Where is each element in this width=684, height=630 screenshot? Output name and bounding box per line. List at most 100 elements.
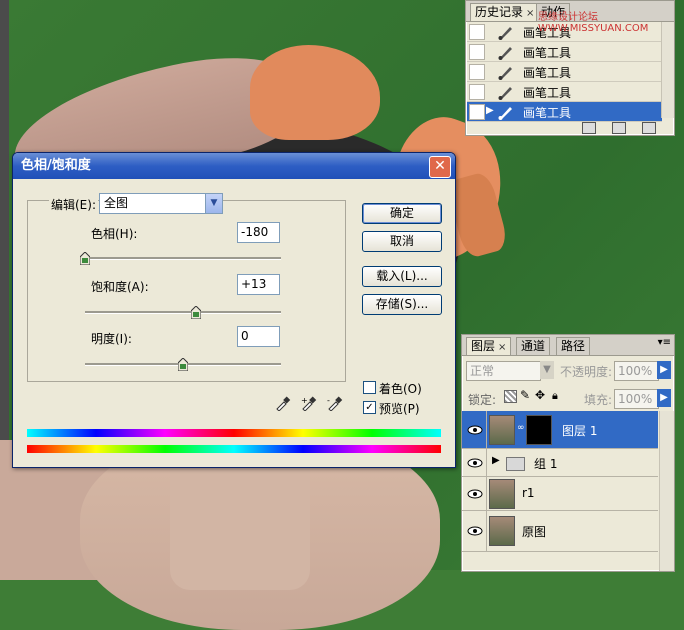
ok-button[interactable]: 确定 bbox=[362, 203, 442, 224]
chevron-down-icon[interactable]: ▼ bbox=[205, 194, 222, 213]
close-icon[interactable]: × bbox=[498, 342, 506, 353]
expand-arrow-icon[interactable]: ▶ bbox=[492, 455, 500, 466]
dialog-title: 色相/饱和度 bbox=[13, 153, 455, 179]
eyedropper-icon[interactable] bbox=[275, 395, 291, 411]
lightness-slider-thumb[interactable] bbox=[177, 357, 189, 372]
eye-icon[interactable] bbox=[467, 458, 483, 468]
lightness-input[interactable]: 0 bbox=[237, 326, 280, 347]
eye-icon[interactable] bbox=[467, 526, 483, 536]
history-state-arrow-icon: ▶ bbox=[486, 105, 494, 116]
tab-channels-label: 通道 bbox=[521, 339, 546, 353]
divider bbox=[486, 511, 487, 551]
link-icon[interactable]: ∞ bbox=[517, 423, 525, 433]
opacity-field[interactable]: 100% bbox=[614, 361, 659, 381]
layer-row[interactable]: 原图 bbox=[462, 511, 658, 552]
photo-neck bbox=[170, 450, 310, 590]
history-item-label: 画笔工具 bbox=[523, 46, 572, 60]
layer-mask-thumbnail[interactable] bbox=[526, 415, 552, 445]
load-button[interactable]: 载入(L)... bbox=[362, 266, 442, 287]
layer-name: 组 1 bbox=[534, 456, 558, 471]
fill-field[interactable]: 100% bbox=[614, 389, 659, 409]
layer-row[interactable]: r1 bbox=[462, 477, 658, 511]
close-icon[interactable]: × bbox=[526, 8, 534, 19]
lock-move-icon[interactable]: ✥ bbox=[535, 388, 545, 402]
cancel-button[interactable]: 取消 bbox=[362, 231, 442, 252]
chevron-right-icon[interactable]: ▶ bbox=[657, 361, 671, 379]
saturation-slider-thumb[interactable] bbox=[190, 305, 202, 320]
tab-layers[interactable]: 图层 × bbox=[466, 337, 512, 355]
brush-icon bbox=[498, 27, 512, 40]
tab-history[interactable]: 历史记录 × bbox=[470, 3, 540, 21]
adjusted-spectrum-bar bbox=[27, 429, 441, 437]
hue-label: 色相(H): bbox=[91, 227, 138, 241]
tab-paths[interactable]: 路径 bbox=[556, 337, 591, 355]
layers-tabstrip: 图层 × 通道 路径 ▾≡ bbox=[462, 335, 674, 356]
tab-paths-label: 路径 bbox=[561, 339, 586, 353]
hue-slider-track[interactable] bbox=[85, 257, 281, 260]
lock-all-icon[interactable]: 🔒︎ bbox=[552, 389, 558, 403]
close-icon[interactable]: ✕ bbox=[429, 156, 451, 178]
snapshot-checkbox[interactable] bbox=[469, 44, 485, 60]
layer-row[interactable]: ▶ 组 1 bbox=[462, 449, 658, 477]
colorize-checkbox[interactable] bbox=[363, 381, 376, 394]
snapshot-checkbox[interactable] bbox=[469, 104, 485, 120]
lock-paint-icon[interactable]: ✎ bbox=[520, 388, 530, 402]
saturation-slider-track[interactable] bbox=[85, 311, 281, 314]
preview-checkbox[interactable]: ✓ bbox=[363, 401, 376, 414]
svg-text:+: + bbox=[301, 396, 308, 405]
folder-icon bbox=[506, 456, 525, 471]
hue-saturation-dialog: 色相/饱和度 ✕ 编辑(E): 全图 ▼ 色相(H): -180 饱和度(A):… bbox=[12, 152, 456, 468]
layer-name: 图层 1 bbox=[562, 423, 598, 438]
preview-label: 预览(P) bbox=[379, 402, 420, 416]
lock-label: 锁定: bbox=[468, 393, 497, 407]
history-item-label: 画笔工具 bbox=[523, 86, 572, 100]
snapshot-checkbox[interactable] bbox=[469, 24, 485, 40]
eyedropper-plus-icon[interactable]: + bbox=[301, 395, 317, 411]
original-spectrum-bar bbox=[27, 445, 441, 453]
history-item[interactable]: 画笔工具 bbox=[467, 42, 662, 62]
tab-layers-label: 图层 bbox=[471, 339, 496, 353]
lightness-label: 明度(I): bbox=[91, 332, 132, 346]
chevron-right-icon[interactable]: ▶ bbox=[657, 389, 671, 407]
layer-thumbnail bbox=[489, 478, 515, 509]
saturation-label: 饱和度(A): bbox=[91, 280, 149, 294]
eye-icon[interactable] bbox=[467, 425, 483, 435]
edit-select-value: 全图 bbox=[104, 196, 129, 210]
blend-mode-select[interactable]: 正常 bbox=[466, 361, 541, 381]
new-document-icon[interactable] bbox=[582, 122, 596, 134]
snapshot-checkbox[interactable] bbox=[469, 84, 485, 100]
history-footer bbox=[466, 119, 674, 135]
eye-icon[interactable] bbox=[467, 489, 483, 499]
svg-text:-: - bbox=[327, 396, 330, 405]
layer-name: 原图 bbox=[522, 525, 547, 539]
tab-channels[interactable]: 通道 bbox=[516, 337, 551, 355]
panel-menu-icon[interactable]: ▾≡ bbox=[658, 337, 671, 348]
colorize-label: 着色(O) bbox=[379, 382, 422, 396]
layer-name: r1 bbox=[522, 485, 535, 500]
edit-select[interactable]: 全图 ▼ bbox=[99, 193, 223, 214]
snapshot-checkbox[interactable] bbox=[469, 64, 485, 80]
adjust-groupbox bbox=[27, 200, 346, 382]
trash-icon[interactable] bbox=[642, 122, 656, 134]
brush-icon bbox=[498, 67, 512, 80]
chevron-down-icon[interactable]: ▼ bbox=[540, 361, 554, 379]
saturation-input[interactable]: +13 bbox=[237, 274, 280, 295]
layer-thumbnail bbox=[489, 415, 515, 445]
history-item[interactable]: 画笔工具 bbox=[467, 62, 662, 82]
watermark-text: 思缘设计论坛 WWW.MISSYUAN.COM bbox=[538, 12, 649, 34]
divider bbox=[486, 449, 487, 476]
eyedropper-minus-icon[interactable]: - bbox=[327, 395, 343, 411]
save-button[interactable]: 存储(S)... bbox=[362, 294, 442, 315]
tab-history-label: 历史记录 bbox=[475, 5, 524, 19]
lock-transparent-icon[interactable] bbox=[504, 390, 517, 403]
hue-input[interactable]: -180 bbox=[237, 222, 280, 243]
history-item[interactable]: 画笔工具 bbox=[467, 82, 662, 102]
hue-slider-thumb[interactable] bbox=[79, 251, 91, 266]
camera-icon[interactable] bbox=[612, 122, 626, 134]
layer-row[interactable]: ∞ 图层 1 bbox=[462, 411, 658, 449]
history-scrollbar[interactable] bbox=[661, 22, 674, 118]
brush-icon bbox=[498, 47, 512, 60]
edit-label: 编辑(E): bbox=[49, 196, 98, 213]
history-item-label: 画笔工具 bbox=[523, 66, 572, 80]
layers-scrollbar[interactable] bbox=[659, 411, 674, 571]
